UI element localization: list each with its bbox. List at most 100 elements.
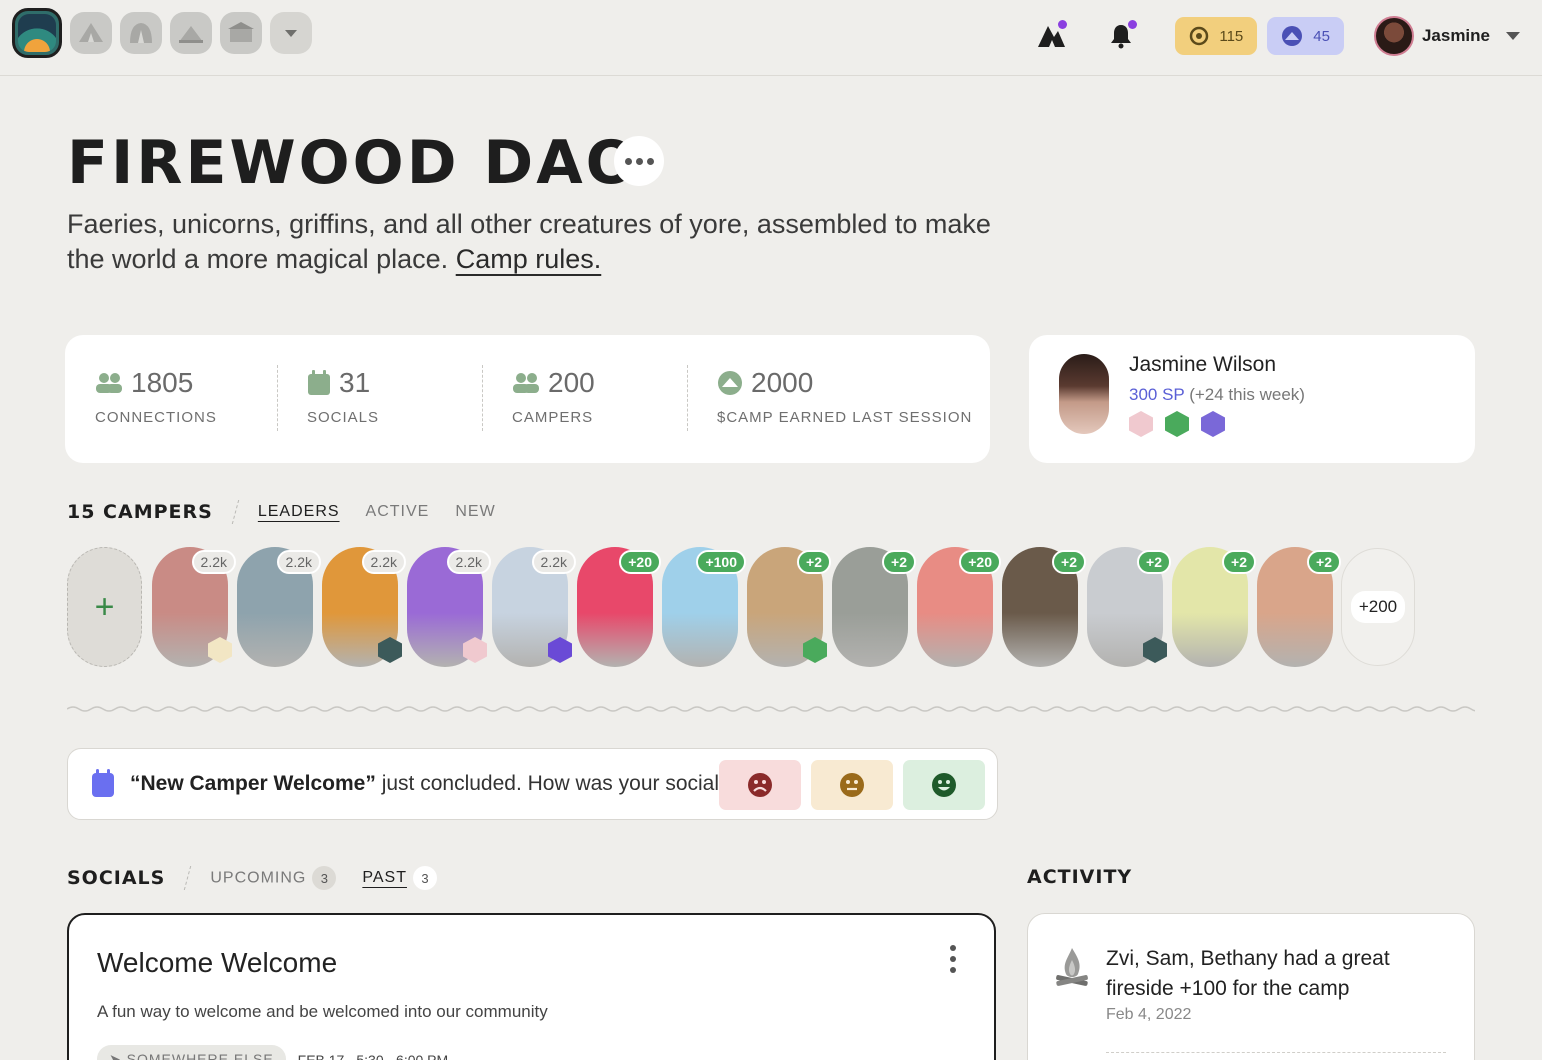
add-camper-button[interactable]: + — [67, 547, 142, 667]
feedback-social-name: “New Camper Welcome” — [130, 772, 376, 795]
page-title: FIREWOOD DAO — [67, 128, 640, 198]
tent-icon — [79, 23, 103, 42]
sp-delta: (+24 this week) — [1189, 385, 1305, 404]
camper-avatar[interactable]: +2 — [1172, 547, 1256, 667]
camper-avatar[interactable]: +2 — [832, 547, 916, 667]
tent-icon — [130, 23, 152, 43]
camper-avatar[interactable]: 2.2k — [237, 547, 321, 667]
stat-connections: 1805 CONNECTIONS — [65, 363, 277, 463]
rate-bad-button[interactable] — [719, 760, 801, 810]
people-icon — [96, 373, 122, 393]
camper-score-chip: 2.2k — [531, 550, 576, 574]
plus-icon: + — [94, 587, 115, 626]
camper-avatar[interactable]: +2 — [1002, 547, 1086, 667]
camp-rules-link[interactable]: Camp rules. — [456, 244, 602, 274]
top-right-actions: 115 45 Jasmine — [1035, 16, 1520, 56]
camper-avatar[interactable]: 2.2k — [407, 547, 491, 667]
camp-home-button[interactable] — [1035, 20, 1068, 52]
calendar-icon — [308, 370, 330, 395]
avatar — [1373, 16, 1414, 56]
medal-badge-icon[interactable] — [1165, 411, 1189, 437]
tab-past[interactable]: PAST — [362, 869, 407, 887]
camper-avatar[interactable]: +2 — [747, 547, 831, 667]
dot-icon — [950, 967, 956, 973]
tent-icon — [179, 26, 203, 43]
stat-label: CAMPERS — [512, 409, 594, 426]
camp-token-count: 45 — [1313, 27, 1330, 45]
calendar-icon — [92, 769, 114, 797]
camper-score-chip: 2.2k — [191, 550, 236, 574]
camp-4[interactable] — [170, 12, 212, 54]
camper-score-chip: +20 — [959, 550, 1001, 574]
camp-5[interactable] — [220, 12, 262, 54]
chevron-down-icon — [285, 30, 297, 37]
camper-avatar[interactable]: +2 — [1087, 547, 1171, 667]
stat-label: $CAMP EARNED LAST SESSION — [717, 409, 973, 426]
rate-neutral-button[interactable] — [811, 760, 893, 810]
camper-avatar[interactable]: 2.2k — [322, 547, 406, 667]
dot-icon — [950, 945, 956, 951]
activity-feed: Zvi, Sam, Bethany had a great fireside +… — [1027, 913, 1475, 1060]
camp-firewood[interactable] — [12, 8, 62, 58]
user-name: Jasmine — [1421, 26, 1490, 45]
camp-2[interactable] — [70, 12, 112, 54]
social-card[interactable]: Welcome Welcome A fun way to welcome and… — [67, 913, 996, 1060]
divider — [231, 500, 240, 524]
stat-value: 2000 — [751, 367, 814, 398]
activity-item-date: Feb 4, 2022 — [1106, 1006, 1192, 1023]
badge-list — [1129, 411, 1225, 437]
more-campers-button[interactable]: +200 — [1341, 548, 1415, 666]
camper-avatar[interactable]: +20 — [917, 547, 1001, 667]
stat-value: 31 — [339, 367, 371, 398]
past-count: 3 — [412, 866, 437, 890]
coin-balance[interactable]: 115 — [1175, 17, 1258, 55]
coin-count: 115 — [1219, 27, 1244, 45]
tab-active[interactable]: ACTIVE — [366, 503, 430, 521]
activity-heading: ACTIVITY — [1027, 866, 1133, 888]
camp-3[interactable] — [120, 12, 162, 54]
avatar — [1059, 354, 1109, 434]
fingerprint-badge-icon[interactable] — [1129, 411, 1153, 437]
campers-header: 15 CAMPERS LEADERS ACTIVE NEW — [67, 500, 522, 524]
social-location: ➤ SOMEWHERE ELSE — [97, 1045, 286, 1060]
more-camps-button[interactable] — [270, 12, 312, 54]
stat-camp-earned: 2000 $CAMP EARNED LAST SESSION — [687, 363, 987, 463]
camper-score-chip: +2 — [797, 550, 831, 574]
camp-switcher — [12, 8, 312, 58]
social-menu-button[interactable] — [950, 945, 956, 973]
more-options-button[interactable] — [614, 136, 664, 186]
notifications-button[interactable] — [1105, 20, 1138, 52]
feedback-prompt: “New Camper Welcome” just concluded. How… — [130, 772, 731, 796]
camper-avatar[interactable]: +2 — [1257, 547, 1341, 667]
coin-icon — [1190, 26, 1209, 46]
camper-score-chip: +2 — [1052, 550, 1086, 574]
tab-upcoming[interactable]: UPCOMING 3 — [210, 866, 337, 890]
tab-leaders[interactable]: LEADERS — [258, 503, 340, 521]
camper-avatar[interactable]: 2.2k — [152, 547, 236, 667]
profile-sp: 300 SP (+24 this week) — [1129, 385, 1305, 405]
tab-label: UPCOMING — [210, 869, 307, 887]
dot-icon — [635, 157, 643, 165]
dot-icon — [646, 157, 654, 165]
upcoming-count: 3 — [312, 866, 337, 890]
social-title: Welcome Welcome — [97, 947, 338, 978]
tab-new[interactable]: NEW — [455, 503, 495, 521]
camper-score-chip: +2 — [882, 550, 916, 574]
camper-avatar[interactable]: 2.2k — [492, 547, 576, 667]
location-text: SOMEWHERE ELSE — [126, 1051, 274, 1060]
camper-avatar[interactable]: +100 — [662, 547, 746, 667]
camper-avatar[interactable]: +20 — [577, 547, 661, 667]
rate-good-button[interactable] — [903, 760, 985, 810]
notification-dot — [1128, 20, 1138, 29]
social-feedback-banner: “New Camper Welcome” just concluded. How… — [67, 748, 998, 820]
gem-badge-icon[interactable] — [1201, 411, 1225, 437]
stats-card: 1805 CONNECTIONS 31 SOCIALS 200 CAMPERS … — [65, 335, 990, 463]
camp-token-balance[interactable]: 45 — [1267, 17, 1344, 55]
profile-card[interactable]: Jasmine Wilson 300 SP (+24 this week) — [1029, 335, 1475, 463]
user-menu[interactable]: Jasmine — [1373, 16, 1520, 56]
campers-heading: 15 CAMPERS — [67, 501, 213, 523]
sp-value: 300 SP — [1129, 385, 1185, 404]
camp-description: Faeries, unicorns, griffins, and all oth… — [67, 207, 1007, 277]
tab-label: PAST — [362, 869, 407, 886]
top-bar: 115 45 Jasmine — [0, 0, 1542, 76]
